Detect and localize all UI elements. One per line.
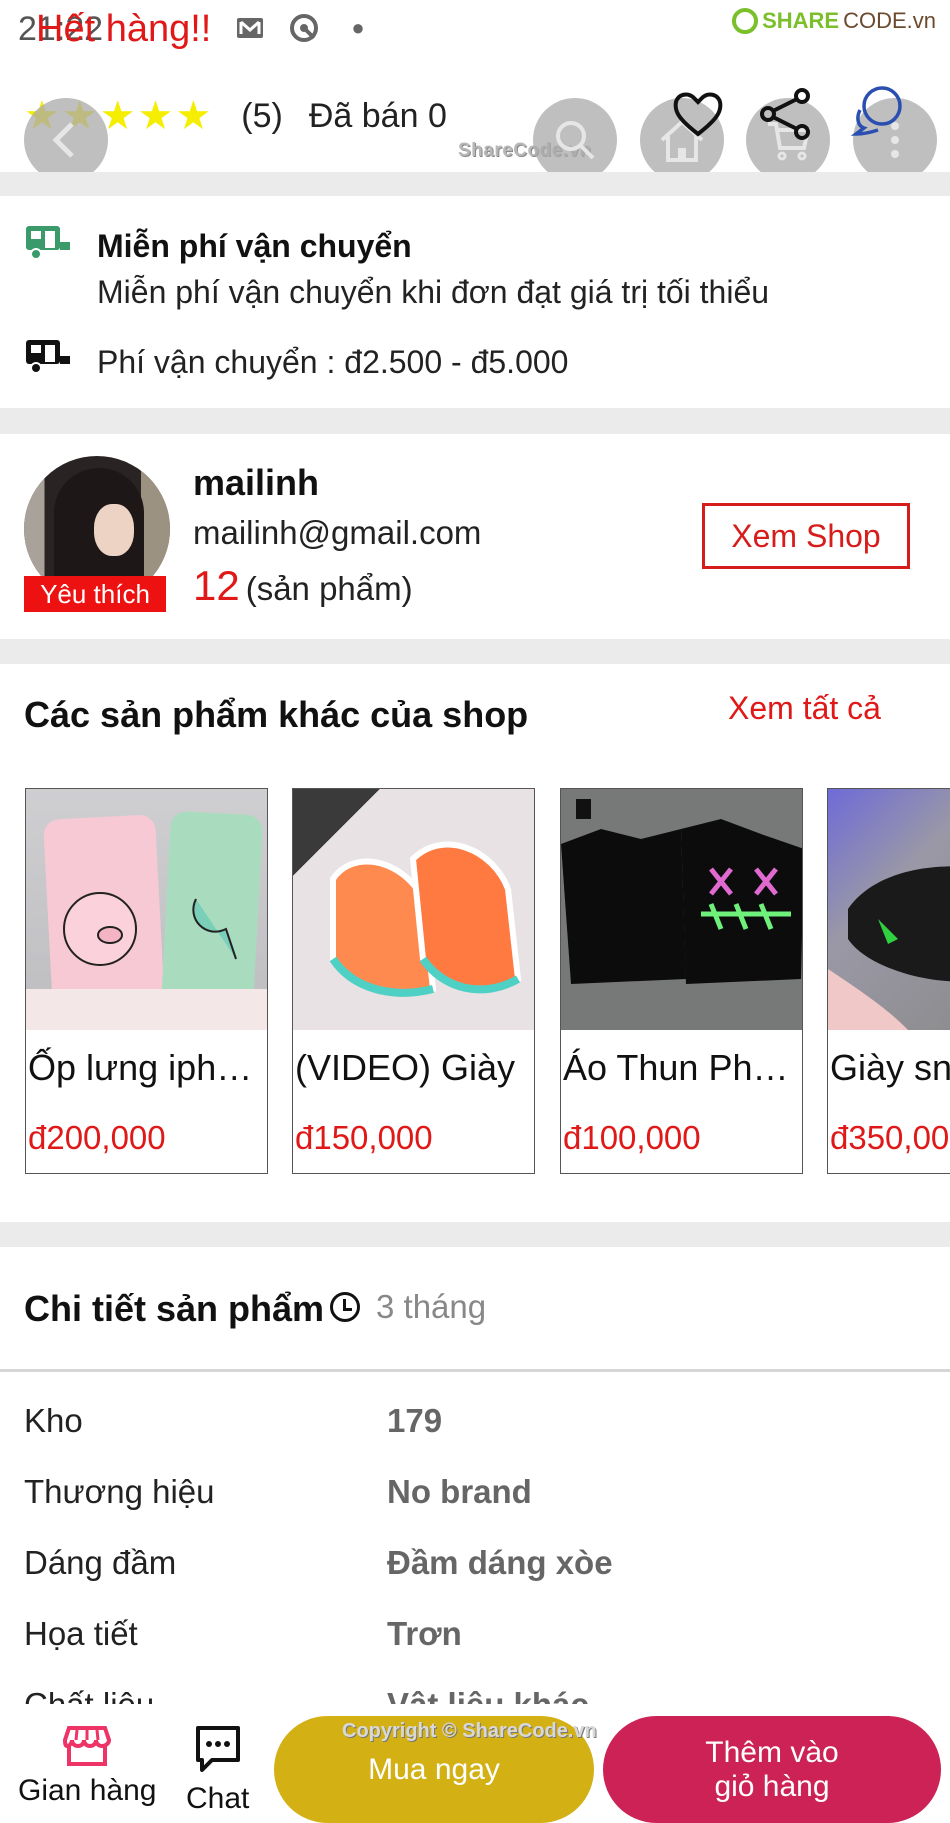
chat-button[interactable] (850, 82, 906, 143)
favorite-shop-badge: Yêu thích (24, 576, 166, 612)
chevron-left-icon (52, 122, 74, 158)
detail-label: Dáng đầm (24, 1544, 177, 1581)
free-shipping-icon (24, 224, 70, 265)
section-divider (0, 408, 950, 434)
star-icon: ★ (175, 94, 212, 138)
store-tab[interactable]: Gian hàng (18, 1724, 156, 1808)
detail-label: Kho (24, 1402, 83, 1439)
gmail-icon (234, 12, 266, 44)
store-label: Gian hàng (18, 1774, 157, 1807)
product-details-title: Chi tiết sản phẩm (24, 1288, 325, 1329)
sold-count: Đã bán 0 (308, 96, 447, 135)
product-name: Áo Thun Phản quang (563, 1047, 801, 1088)
chat-label: Chat (186, 1782, 250, 1815)
section-divider (0, 639, 950, 664)
favorite-button[interactable] (670, 86, 726, 147)
product-price: đ350,000 (830, 1119, 950, 1156)
product-name: Ốp lưng iphone (28, 1047, 266, 1088)
product-name: (VIDEO) Giày (295, 1047, 516, 1088)
add-to-cart-label: Thêm vào giỏ hàng (705, 1735, 839, 1803)
out-of-stock-alert: Hết hàng!! (36, 8, 212, 50)
shop-name: mailinh (193, 462, 320, 503)
chat-tab[interactable]: Chat (186, 1724, 249, 1816)
detail-value: No brand (387, 1473, 532, 1510)
shop-email: mailinh@gmail.com (193, 514, 482, 551)
detail-label: Thương hiệu (24, 1473, 215, 1510)
product-card[interactable]: (VIDEO) Giày đ150,000 (292, 788, 535, 1174)
product-age: 3 tháng (376, 1288, 487, 1325)
detail-label: Họa tiết (24, 1615, 138, 1652)
quick-app-icon (288, 12, 320, 44)
product-name: Giày sneaker (830, 1047, 950, 1088)
section-divider (0, 1222, 950, 1247)
section-divider (0, 172, 950, 196)
see-all-link[interactable]: Xem tất cả (728, 690, 881, 727)
product-image (561, 789, 802, 1030)
heart-icon (673, 92, 723, 137)
detail-value: 179 (387, 1402, 443, 1439)
share-button[interactable] (758, 86, 814, 147)
details-separator (0, 1369, 950, 1372)
buy-now-label: Mua ngay (368, 1752, 500, 1786)
chat-icon (195, 1726, 240, 1772)
shop-product-count: 12 (sản phẩm) (193, 562, 413, 610)
product-price: đ200,000 (28, 1119, 166, 1156)
view-shop-button[interactable]: Xem Shop (702, 503, 910, 569)
product-card[interactable]: Ốp lưng iphone đ200,000 (25, 788, 268, 1174)
detail-value: Đầm dáng xòe (387, 1544, 613, 1581)
search-button[interactable] (533, 98, 617, 182)
shipping-fee-icon (24, 338, 70, 379)
dot-icon: ● (351, 15, 365, 40)
product-image (26, 789, 267, 1030)
search-icon (556, 121, 595, 160)
product-card[interactable]: Giày sneaker đ350,000 (827, 788, 950, 1174)
copyright-watermark: Copyright © ShareCode.vn (342, 1720, 597, 1742)
product-count-unit: (sản phẩm) (245, 570, 413, 607)
product-price: đ100,000 (563, 1119, 701, 1156)
detail-value: Trơn (387, 1615, 462, 1652)
product-image (293, 789, 534, 1030)
back-button[interactable] (24, 98, 108, 182)
watermark-text-green: SHARE (762, 8, 840, 33)
rating-count: (5) (241, 96, 283, 135)
product-count-number: 12 (193, 562, 240, 609)
product-card[interactable]: Áo Thun Phản quang đ100,000 (560, 788, 803, 1174)
clock-icon (330, 1292, 360, 1322)
other-products-title: Các sản phẩm khác của shop (24, 694, 529, 735)
product-image (828, 789, 950, 1030)
status-icons: ● (200, 12, 374, 44)
free-shipping-title: Miễn phí vận chuyển (97, 228, 412, 264)
store-icon (63, 1726, 112, 1766)
add-to-cart-button[interactable]: Thêm vào giỏ hàng (603, 1716, 941, 1823)
chat-bubbles-icon (850, 86, 902, 136)
watermark-text-brown: CODE.vn (843, 8, 936, 33)
free-shipping-description: Miễn phí vận chuyển khi đơn đạt giá trị … (97, 274, 770, 310)
product-price: đ150,000 (295, 1119, 433, 1156)
sharecode-watermark: SHARE CODE.vn (732, 8, 936, 34)
star-icon: ★ (137, 94, 174, 138)
share-icon (760, 88, 810, 140)
shipping-fee: Phí vận chuyển : đ2.500 - đ5.000 (97, 344, 569, 380)
sharecode-logo-icon (732, 8, 759, 34)
